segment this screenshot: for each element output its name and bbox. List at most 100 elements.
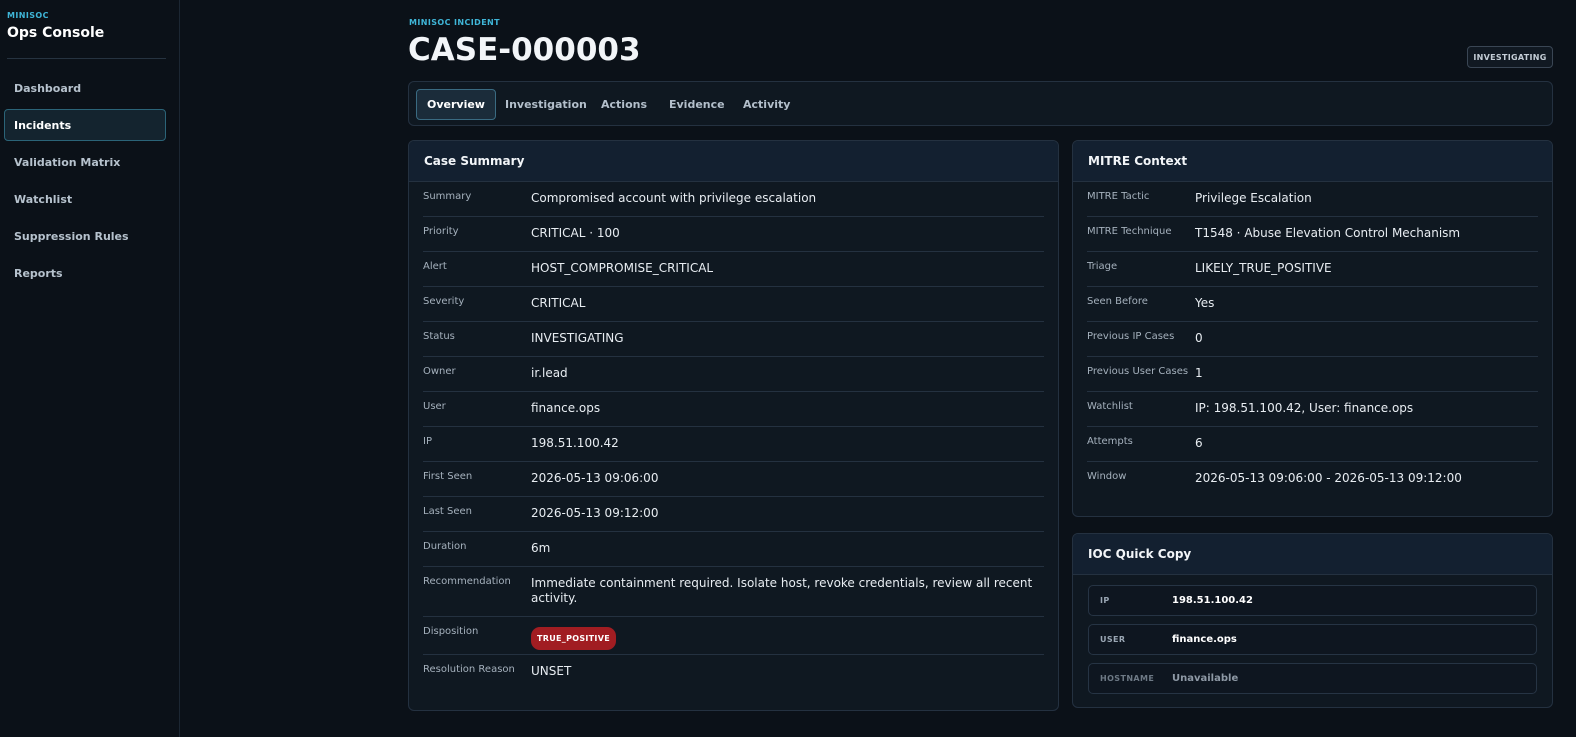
field-value: INVESTIGATING: [531, 331, 624, 345]
ioc-copy-ip[interactable]: IP 198.51.100.42: [1088, 585, 1537, 616]
status-badge: INVESTIGATING: [1467, 46, 1553, 68]
tab-actions[interactable]: Actions: [590, 89, 658, 120]
field-label: Duration: [423, 541, 467, 552]
sidebar-item-incidents[interactable]: Incidents: [4, 109, 166, 141]
field-value: HOST_COMPROMISE_CRITICAL: [531, 261, 714, 275]
ioc-quick-copy-panel: IOC Quick Copy IP 198.51.100.42 USER fin…: [1072, 533, 1553, 708]
field-label: MITRE Technique: [1087, 226, 1172, 237]
field-value: LIKELY_TRUE_POSITIVE: [1195, 261, 1332, 275]
field-value: 2026-05-13 09:12:00: [531, 506, 659, 520]
brand-divider: [7, 58, 166, 59]
field-label: IP: [423, 436, 432, 447]
field-value: CRITICAL · 100: [531, 226, 620, 240]
field-row: Previous User Cases 1: [1087, 357, 1538, 392]
sidebar-item-validation-matrix[interactable]: Validation Matrix: [4, 146, 166, 178]
ioc-label: IP: [1100, 596, 1110, 605]
tab-bar: Overview Investigation Actions Evidence …: [408, 81, 1553, 126]
case-summary-panel: Case Summary Summary Compromised account…: [408, 140, 1059, 711]
field-row: First Seen 2026-05-13 09:06:00: [423, 462, 1044, 497]
field-label: Resolution Reason: [423, 664, 515, 675]
tab-activity[interactable]: Activity: [732, 89, 801, 120]
field-value: T1548 · Abuse Elevation Control Mechanis…: [1195, 226, 1461, 240]
field-label: Status: [423, 331, 455, 342]
field-value: 0: [1195, 331, 1203, 345]
field-row: Seen Before Yes: [1087, 287, 1538, 322]
field-row: MITRE Tactic Privilege Escalation: [1087, 182, 1538, 217]
ioc-copy-hostname: HOSTNAME Unavailable: [1088, 663, 1537, 694]
brand-eyebrow: MINISOC: [7, 11, 49, 20]
field-label: Alert: [423, 261, 447, 272]
field-value: 1: [1195, 366, 1203, 380]
field-label: Triage: [1087, 261, 1118, 272]
case-summary-rows: Summary Compromised account with privile…: [409, 182, 1058, 690]
field-label: Previous IP Cases: [1087, 331, 1175, 342]
field-row: Status INVESTIGATING: [423, 322, 1044, 357]
mitre-rows: MITRE Tactic Privilege Escalation MITRE …: [1073, 182, 1552, 497]
field-label: Last Seen: [423, 506, 472, 517]
sidebar-item-suppression-rules[interactable]: Suppression Rules: [4, 220, 166, 252]
tab-investigation[interactable]: Investigation: [494, 89, 598, 120]
field-label: Previous User Cases: [1087, 366, 1189, 377]
field-label: MITRE Tactic: [1087, 191, 1150, 202]
field-row: User finance.ops: [423, 392, 1044, 427]
field-row: Attempts 6: [1087, 427, 1538, 462]
field-row: Severity CRITICAL: [423, 287, 1044, 322]
sidebar-item-dashboard[interactable]: Dashboard: [4, 72, 166, 104]
field-row: Window 2026-05-13 09:06:00 - 2026-05-13 …: [1087, 462, 1538, 497]
field-value: CRITICAL: [531, 296, 586, 310]
field-value: Yes: [1195, 296, 1215, 310]
ioc-value: finance.ops: [1172, 634, 1237, 645]
field-value: 6m: [531, 541, 551, 555]
case-summary-title: Case Summary: [409, 141, 1058, 182]
field-value: Privilege Escalation: [1195, 191, 1312, 205]
field-value: UNSET: [531, 664, 572, 678]
field-label: Summary: [423, 191, 472, 202]
field-label: Severity: [423, 296, 465, 307]
field-row: MITRE Technique T1548 · Abuse Elevation …: [1087, 217, 1538, 252]
field-row: Summary Compromised account with privile…: [423, 182, 1044, 217]
field-label: User: [423, 401, 446, 412]
ioc-copy-user[interactable]: USER finance.ops: [1088, 624, 1537, 655]
ioc-value: Unavailable: [1172, 673, 1239, 684]
field-value: 198.51.100.42: [531, 436, 619, 450]
field-value: 2026-05-13 09:06:00: [531, 471, 659, 485]
field-label: Watchlist: [1087, 401, 1133, 412]
field-row: Triage LIKELY_TRUE_POSITIVE: [1087, 252, 1538, 287]
ioc-label: HOSTNAME: [1100, 674, 1155, 683]
mitre-context-title: MITRE Context: [1073, 141, 1552, 182]
tab-evidence[interactable]: Evidence: [658, 89, 736, 120]
field-value: 2026-05-13 09:06:00 - 2026-05-13 09:12:0…: [1195, 471, 1462, 485]
sidebar-item-reports[interactable]: Reports: [4, 257, 166, 289]
field-row: Watchlist IP: 198.51.100.42, User: finan…: [1087, 392, 1538, 427]
field-label: Window: [1087, 471, 1127, 482]
field-value: Compromised account with privilege escal…: [531, 191, 817, 205]
field-label: Priority: [423, 226, 459, 237]
field-label: Attempts: [1087, 436, 1133, 447]
field-value: IP: 198.51.100.42, User: finance.ops: [1195, 401, 1414, 415]
mitre-context-panel: MITRE Context MITRE Tactic Privilege Esc…: [1072, 140, 1553, 517]
field-value: ir.lead: [531, 366, 568, 380]
field-value: finance.ops: [531, 401, 601, 415]
field-row: Alert HOST_COMPROMISE_CRITICAL: [423, 252, 1044, 287]
field-label: Seen Before: [1087, 296, 1148, 307]
field-row: Disposition TRUE_POSITIVE: [423, 617, 1044, 655]
field-value: TRUE_POSITIVE: [531, 617, 1044, 654]
page-title: CASE-000003: [408, 32, 641, 68]
page-eyebrow: MINISOC INCIDENT: [409, 18, 501, 27]
field-row: Last Seen 2026-05-13 09:12:00: [423, 497, 1044, 532]
sidebar: MINISOC Ops Console Dashboard Incidents …: [0, 0, 180, 737]
sidebar-item-watchlist[interactable]: Watchlist: [4, 183, 166, 215]
disposition-badge: TRUE_POSITIVE: [531, 627, 616, 650]
field-row: Recommendation Immediate containment req…: [423, 567, 1044, 617]
field-value: Immediate containment required. Isolate …: [531, 576, 1033, 605]
field-row: Priority CRITICAL · 100: [423, 217, 1044, 252]
ioc-quick-copy-title: IOC Quick Copy: [1073, 534, 1552, 575]
ioc-label: USER: [1100, 635, 1126, 644]
field-row: Duration 6m: [423, 532, 1044, 567]
field-label: First Seen: [423, 471, 473, 482]
tab-overview[interactable]: Overview: [416, 89, 496, 120]
field-row: Resolution Reason UNSET: [423, 655, 1044, 690]
sidebar-nav: Dashboard Incidents Validation Matrix Wa…: [4, 72, 166, 294]
field-row: Previous IP Cases 0: [1087, 322, 1538, 357]
field-value: 6: [1195, 436, 1203, 450]
